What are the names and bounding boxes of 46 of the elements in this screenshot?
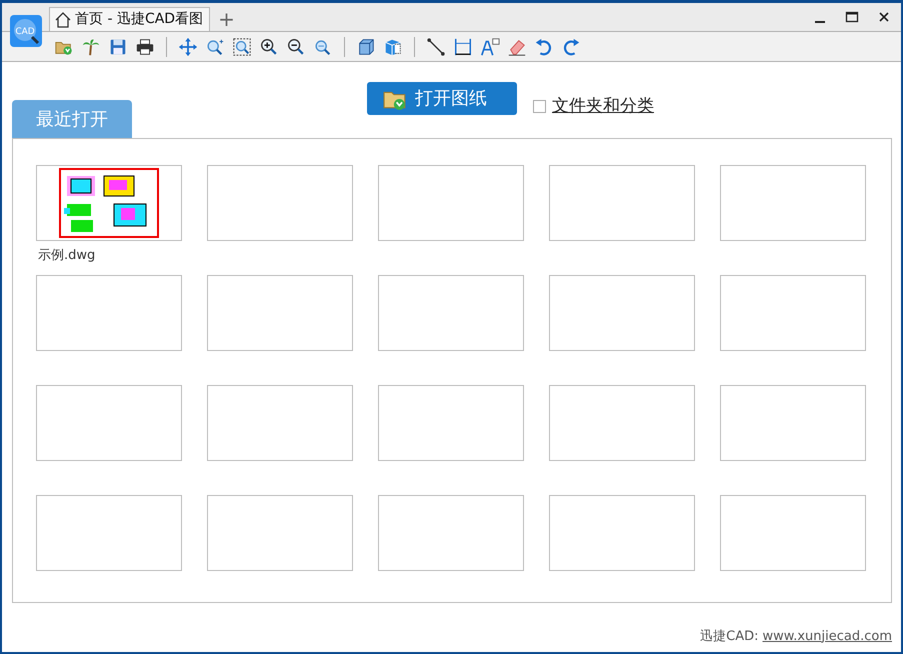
file-thumbnail[interactable] [720,385,866,461]
close-icon[interactable] [877,10,891,24]
file-thumbnail[interactable] [549,275,695,351]
file-thumbnail[interactable] [720,275,866,351]
file-thumbnail[interactable] [378,165,524,241]
dimension-icon[interactable] [453,36,473,56]
open-drawing-button[interactable]: 打开图纸 [367,82,517,115]
text-tool-icon[interactable] [480,36,500,56]
file-thumbnail[interactable] [549,495,695,571]
file-thumbnail[interactable] [207,275,353,351]
move-arrows-icon[interactable] [178,36,198,56]
new-tab-button[interactable]: + [218,9,235,29]
file-thumbnail[interactable] [720,495,866,571]
home-icon [54,10,72,28]
file-thumbnail[interactable] [378,275,524,351]
file-thumbnail[interactable] [378,495,524,571]
file-thumbnail[interactable] [720,165,866,241]
file-thumbnail[interactable] [36,275,182,351]
website-link[interactable]: www.xunjiecad.com [762,626,892,646]
file-thumbnail[interactable] [36,495,182,571]
redo-icon[interactable] [561,36,581,56]
undo-icon[interactable] [534,36,554,56]
file-thumbnail[interactable] [207,495,353,571]
document-tab[interactable]: 首页 - 迅捷CAD看图 [49,7,210,31]
zoom-out-icon[interactable] [286,36,306,56]
folder-category-link[interactable]: 文件夹和分类 [552,94,654,120]
file-thumbnail[interactable] [549,385,695,461]
palm-tree-icon[interactable] [81,36,101,56]
file-thumbnail[interactable] [549,165,695,241]
file-thumbnail[interactable] [36,385,182,461]
zoom-window-icon[interactable] [232,36,252,56]
app-logo-icon: CAD [10,15,42,47]
cube-icon[interactable] [356,36,376,56]
file-thumbnail[interactable] [207,165,353,241]
tab-title: 首页 - 迅捷CAD看图 [75,10,204,29]
footer-label: 迅捷CAD: [700,628,758,646]
printer-icon[interactable] [135,36,155,56]
maximize-icon[interactable] [845,10,859,24]
zoom-in-icon[interactable] [259,36,279,56]
file-name: 示例.dwg [38,247,96,265]
file-thumbnail[interactable] [36,165,182,241]
file-thumbnail[interactable] [207,385,353,461]
file-thumbnail[interactable] [378,385,524,461]
zoom-extents-icon[interactable] [205,36,225,56]
checkbox[interactable] [533,100,546,114]
line-tool-icon[interactable] [426,36,446,56]
